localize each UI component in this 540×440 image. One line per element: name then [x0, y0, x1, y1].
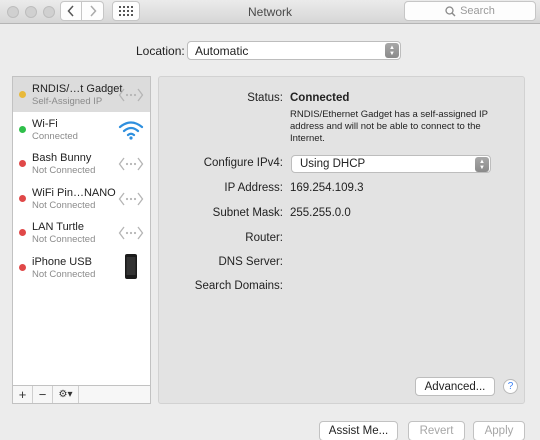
router-label: Router: [245, 232, 283, 244]
status-dot [19, 194, 26, 202]
location-value: Automatic [195, 44, 249, 58]
zoom-window-button[interactable] [43, 6, 55, 18]
show-all-button[interactable] [112, 1, 140, 21]
status-dot [19, 125, 26, 133]
search-icon [445, 5, 456, 16]
location-select[interactable]: Automatic ▲ ▼ [187, 41, 401, 60]
status-dot [19, 91, 26, 98]
minimize-window-button[interactable] [25, 6, 37, 18]
title-bar: Network Search [0, 0, 540, 24]
advanced-button[interactable]: Advanced... [415, 377, 495, 396]
help-button[interactable]: ? [503, 379, 518, 394]
wifi-icon [118, 119, 144, 141]
apply-button[interactable]: Apply [473, 421, 525, 440]
status-label: Status: [247, 92, 283, 104]
close-window-button[interactable] [7, 6, 19, 18]
ip-address-label: IP Address: [224, 182, 283, 194]
subnet-mask-value: 255.255.0.0 [290, 207, 351, 219]
detail-panel: Status: Connected RNDIS/Ethernet Gadget … [158, 76, 525, 404]
revert-button[interactable]: Revert [408, 421, 465, 440]
location-stepper-icon: ▲ ▼ [385, 43, 399, 58]
iphone-icon [118, 253, 144, 279]
remove-service-button[interactable]: − [33, 386, 53, 403]
status-description: RNDIS/Ethernet Gadget has a self-assigne… [290, 109, 488, 144]
chevron-left-icon [67, 5, 74, 17]
forward-button[interactable] [82, 1, 104, 21]
configure-ipv4-select[interactable]: Using DHCP ▲ ▼ [291, 155, 491, 173]
configure-stepper-icon: ▲ ▼ [475, 157, 489, 172]
status-dot [19, 160, 26, 167]
ethernet-icon [118, 84, 144, 106]
chevron-right-icon [89, 5, 97, 17]
status-dot [19, 263, 26, 271]
grid-icon [119, 6, 133, 16]
service-item[interactable]: iPhone USB Not Connected [13, 250, 150, 285]
ip-address-value: 169.254.109.3 [290, 182, 364, 194]
location-label: Location: [136, 44, 185, 58]
service-list[interactable]: RNDIS/…t Gadget Self-Assigned IP Wi-Fi Conn… [12, 76, 151, 386]
configure-ipv4-label: Configure IPv4: [203, 157, 283, 169]
search-domains-label: Search Domains: [194, 280, 283, 292]
search-input[interactable]: Search [404, 1, 536, 21]
search-placeholder: Search [460, 5, 495, 17]
ethernet-icon [118, 188, 144, 210]
ethernet-icon [118, 222, 144, 244]
status-value: Connected [290, 92, 350, 104]
service-item[interactable]: RNDIS/…t Gadget Self-Assigned IP [13, 77, 150, 112]
service-list-toolbar: + − ⚙▾ [12, 386, 151, 404]
back-button[interactable] [60, 1, 82, 21]
assist-me-button[interactable]: Assist Me... [319, 421, 398, 440]
subnet-mask-label: Subnet Mask: [212, 207, 283, 219]
status-dot [19, 229, 26, 236]
service-item[interactable]: Wi-Fi Connected [13, 112, 150, 147]
service-item[interactable]: WiFi Pin…NANO Not Connected [13, 181, 150, 216]
dns-server-label: DNS Server: [218, 256, 283, 268]
gear-menu-button[interactable]: ⚙▾ [53, 386, 79, 403]
ethernet-icon [118, 153, 144, 175]
service-item[interactable]: LAN Turtle Not Connected [13, 215, 150, 250]
add-service-button[interactable]: + [13, 386, 33, 403]
window-title: Network [247, 5, 292, 19]
service-item[interactable]: Bash Bunny Not Connected [13, 146, 150, 181]
configure-ipv4-value: Using DHCP [300, 158, 366, 170]
